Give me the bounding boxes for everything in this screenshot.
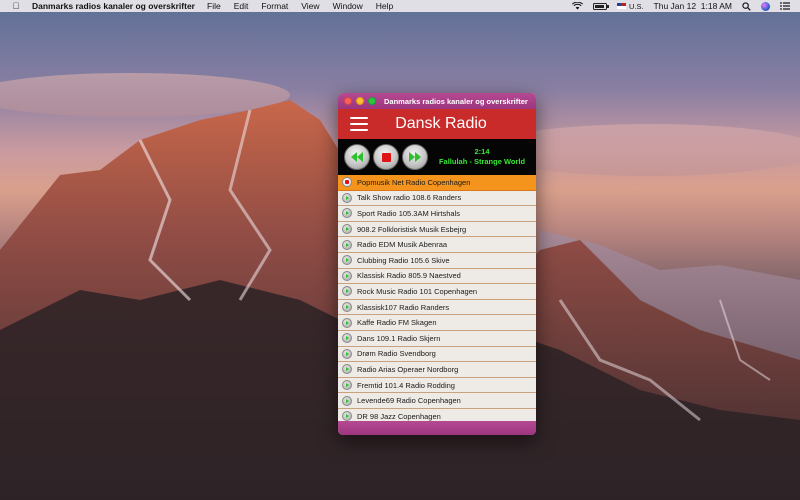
app-header: Dansk Radio	[338, 109, 536, 139]
station-label: Sport Radio 105.3AM Hirtshals	[357, 208, 460, 218]
station-row[interactable]: Clubbing Radio 105.6 Skive	[338, 252, 536, 269]
zoom-button[interactable]	[368, 97, 376, 105]
menubar-clock[interactable]: Thu Jan 12 1:18 AM	[654, 1, 732, 11]
menu-format[interactable]: Format	[261, 1, 288, 11]
menu-app-name[interactable]: Danmarks radios kanaler og overskrifter	[32, 1, 195, 11]
station-row[interactable]: Popmusik Net Radio Copenhagen	[338, 175, 536, 191]
station-row[interactable]: Radio Arias Operaer Nordborg	[338, 362, 536, 378]
play-icon	[342, 380, 352, 391]
input-source-label: U.S.	[628, 1, 644, 11]
fast-forward-icon	[409, 152, 421, 162]
app-title: Dansk Radio	[395, 115, 487, 132]
station-row[interactable]: Levende69 Radio Copenhagen	[338, 393, 536, 409]
station-row[interactable]: Radio EDM Musik Abenraa	[338, 237, 536, 253]
search-icon[interactable]	[742, 1, 751, 11]
rewind-button[interactable]	[344, 144, 370, 170]
station-label: Radio Arias Operaer Nordborg	[357, 364, 459, 374]
menu-edit[interactable]: Edit	[234, 1, 249, 11]
station-label: DR 98 Jazz Copenhagen	[357, 411, 441, 421]
station-label: Kaffe Radio FM Skagen	[357, 318, 437, 328]
station-row[interactable]: DR 98 Jazz Copenhagen	[338, 408, 536, 421]
station-row[interactable]: Fremtid 101.4 Radio Rodding	[338, 377, 536, 394]
station-list[interactable]: Popmusik Net Radio Copenhagen Talk Show …	[338, 175, 536, 421]
play-icon	[342, 286, 352, 297]
play-icon	[342, 364, 352, 375]
play-icon	[342, 348, 352, 359]
station-label: Klassisk Radio 805.9 Naestved	[357, 271, 461, 281]
fast-forward-button[interactable]	[402, 144, 428, 170]
apple-menu-icon[interactable]: 	[10, 1, 22, 11]
play-icon	[342, 333, 352, 344]
close-button[interactable]	[344, 97, 352, 105]
play-icon	[342, 208, 352, 219]
station-label: Drøm Radio Svendborg	[357, 349, 436, 359]
play-icon	[342, 270, 352, 281]
status-area: U.S. Thu Jan 12 1:18 AM	[562, 1, 800, 11]
station-row[interactable]: Klassisk107 Radio Randers	[338, 299, 536, 316]
flag-icon	[616, 3, 626, 9]
menu-window[interactable]: Window	[333, 1, 363, 11]
window-titlebar[interactable]: Danmarks radios kanaler og overskrifter	[338, 93, 536, 109]
station-label: Rock Music Radio 101 Copenhagen	[357, 286, 478, 296]
station-label: Fremtid 101.4 Radio Rodding	[357, 380, 455, 390]
station-label: Talk Show radio 108.6 Randers	[357, 193, 462, 203]
play-icon	[342, 224, 352, 235]
station-row[interactable]: Dans 109.1 Radio Skjern	[338, 330, 536, 347]
stop-button[interactable]	[373, 144, 399, 170]
station-label: Radio EDM Musik Abenraa	[357, 240, 448, 250]
app-window: Danmarks radios kanaler og overskrifter …	[338, 93, 536, 435]
station-row[interactable]: Klassisk Radio 805.9 Naestved	[338, 268, 536, 285]
play-icon	[342, 192, 352, 203]
station-label: Dans 109.1 Radio Skjern	[357, 333, 441, 343]
track-title: Fallulah - Strange World	[438, 157, 526, 166]
station-row[interactable]: Drøm Radio Svendborg	[338, 346, 536, 363]
station-label: Klassisk107 Radio Randers	[357, 302, 450, 312]
wifi-icon[interactable]	[571, 2, 583, 10]
menu-view[interactable]: View	[301, 1, 319, 11]
hamburger-menu-icon[interactable]	[350, 117, 368, 131]
battery-icon[interactable]	[592, 2, 609, 10]
playing-indicator-icon	[342, 177, 352, 188]
menu-file[interactable]: File	[207, 1, 221, 11]
rewind-icon	[351, 152, 363, 162]
play-icon	[342, 395, 352, 406]
station-row[interactable]: Talk Show radio 108.6 Randers	[338, 190, 536, 207]
siri-icon[interactable]	[761, 1, 770, 11]
now-playing: 2:14 Fallulah - Strange World	[428, 147, 536, 167]
input-source[interactable]: U.S.	[616, 1, 644, 11]
station-label: Popmusik Net Radio Copenhagen	[357, 177, 471, 187]
station-row[interactable]: Sport Radio 105.3AM Hirtshals	[338, 206, 536, 222]
station-row[interactable]: Rock Music Radio 101 Copenhagen	[338, 284, 536, 300]
menu-bar:  Danmarks radios kanaler og overskrifte…	[0, 0, 800, 12]
play-icon	[342, 239, 352, 250]
play-icon	[342, 255, 352, 266]
menu-help[interactable]: Help	[376, 1, 393, 11]
station-label: 908.2 Folkloristisk Musik Esbejrg	[357, 224, 467, 234]
station-row[interactable]: 908.2 Folkloristisk Musik Esbejrg	[338, 221, 536, 238]
station-row[interactable]: Kaffe Radio FM Skagen	[338, 315, 536, 331]
playback-time: 2:14	[474, 147, 490, 156]
notification-center-icon[interactable]	[780, 2, 790, 10]
station-label: Levende69 Radio Copenhagen	[357, 396, 461, 406]
play-icon	[342, 317, 352, 328]
player-controls: 2:14 Fallulah - Strange World	[338, 139, 536, 175]
play-icon	[342, 302, 352, 313]
minimize-button[interactable]	[356, 97, 364, 105]
play-icon	[342, 411, 352, 421]
stop-icon	[381, 152, 391, 162]
station-label: Clubbing Radio 105.6 Skive	[357, 255, 450, 265]
window-bottom-bar	[338, 421, 536, 435]
window-title: Danmarks radios kanaler og overskrifter	[384, 96, 528, 106]
